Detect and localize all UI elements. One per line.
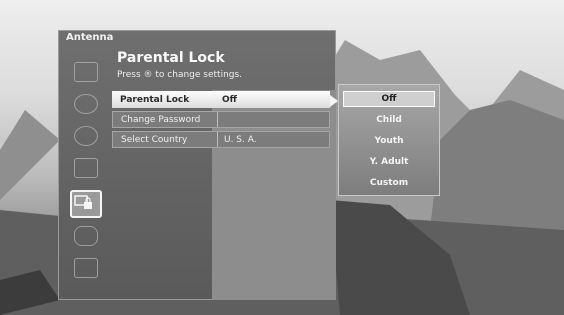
row-select-country[interactable]: Select Country U. S. A.: [112, 131, 330, 148]
picture-icon[interactable]: [74, 62, 98, 82]
row-parental-lock[interactable]: Parental Lock Off: [112, 91, 330, 108]
option-custom[interactable]: Custom: [343, 175, 435, 191]
sidebar: [60, 52, 108, 300]
options-list: Off Child Youth Y. Adult Custom: [338, 84, 440, 196]
row-label: Select Country: [121, 134, 188, 145]
instruction-text: Press ® to change settings.: [117, 70, 243, 80]
row-value: U. S. A.: [224, 134, 257, 145]
option-young-adult[interactable]: Y. Adult: [343, 154, 435, 170]
option-youth[interactable]: Youth: [343, 133, 435, 149]
page-title: Parental Lock: [117, 50, 225, 66]
input-icon[interactable]: [74, 226, 98, 246]
row-divider: [217, 112, 218, 127]
row-label: Parental Lock: [120, 94, 190, 105]
submenu-arrow-icon: [330, 95, 338, 107]
setup-icon[interactable]: [74, 158, 98, 178]
lock-glyph-icon: [74, 195, 92, 209]
tv-screen: Antenna Parental Lock Press ® to change …: [0, 0, 564, 315]
option-child[interactable]: Child: [343, 112, 435, 128]
row-label: Change Password: [121, 114, 201, 125]
general-icon[interactable]: [74, 258, 98, 278]
section-title: Antenna: [66, 32, 114, 43]
option-off[interactable]: Off: [343, 91, 435, 107]
sound-icon[interactable]: [74, 94, 98, 114]
parental-lock-icon[interactable]: [70, 190, 102, 218]
channel-icon[interactable]: [74, 126, 98, 146]
row-value: Off: [222, 94, 237, 105]
row-change-password[interactable]: Change Password: [112, 111, 330, 128]
